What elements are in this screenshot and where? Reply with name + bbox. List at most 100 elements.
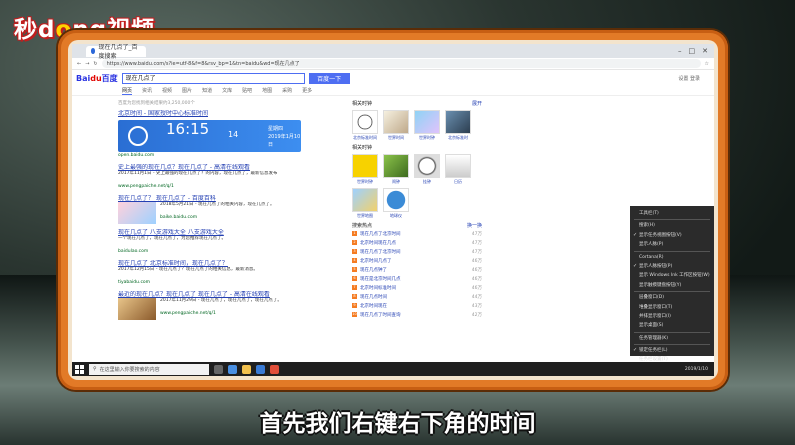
search-icon: ⚲: [93, 366, 97, 372]
forward-icon[interactable]: →: [85, 61, 89, 67]
hot-count: 43万: [471, 303, 482, 309]
related-item[interactable]: 世界时间: [383, 110, 409, 141]
task-view-icon[interactable]: [214, 364, 223, 374]
context-menu-item[interactable]: Cortana(R): [630, 253, 714, 262]
browser-tab[interactable]: 现在几点了_百度搜索: [86, 44, 146, 60]
baidu-logo[interactable]: Baidu百度: [76, 73, 118, 84]
window-controls: – □ ✕: [678, 47, 714, 55]
watches-grid-2: 世界地图 地球仪: [352, 188, 482, 219]
watch-item[interactable]: 地球仪: [383, 188, 409, 219]
tab-images[interactable]: 图片: [182, 87, 192, 94]
close-icon[interactable]: ✕: [702, 47, 708, 55]
search-input[interactable]: 现在几点了: [121, 72, 305, 84]
context-menu-item[interactable]: 堆叠显示窗口(T): [630, 303, 714, 312]
hot-count: 47万: [471, 240, 482, 246]
result-url[interactable]: open.baidu.com: [118, 152, 348, 159]
watch-item[interactable]: 日历: [445, 154, 471, 185]
windows-start-icon[interactable]: [75, 364, 84, 374]
hot-item[interactable]: 5 现在几点钟了 46万: [352, 265, 482, 274]
context-menu-item[interactable]: 显示 Windows Ink 工作区按钮(W): [630, 271, 714, 280]
taskbar-clock[interactable]: 2019/1/10: [685, 367, 714, 372]
app-icon[interactable]: [270, 364, 279, 374]
hot-item[interactable]: 6 现在是北京时间几点 46万: [352, 274, 482, 283]
result-desc: 一个现在几点了，现在几点了，为您推荐现在几点了。: [118, 236, 226, 241]
tab-web[interactable]: 网页: [122, 87, 133, 95]
url-field[interactable]: https://www.baidu.com/s?ie=utf-8&f=8&rsv…: [101, 59, 701, 68]
context-menu-item[interactable]: 任务管理器(K): [630, 334, 714, 343]
watch-item[interactable]: 挂钟: [414, 154, 440, 185]
related-item[interactable]: 世界时钟: [414, 110, 440, 141]
tab-video[interactable]: 视频: [162, 87, 172, 94]
top-right-links[interactable]: 设置 登录: [678, 75, 714, 82]
watch-item[interactable]: 世界时钟: [352, 154, 378, 185]
tab-more[interactable]: 更多: [302, 87, 312, 94]
hot-count: 42万: [471, 312, 482, 318]
result-url[interactable]: tiyabaidu.com: [118, 279, 348, 286]
hot-title: 现在几点钟了: [360, 267, 387, 273]
result-title[interactable]: 最近的现在几点？现在几点了 现在几点了 - 高清在线观看: [118, 291, 348, 298]
related-header: 相关时钟 展开: [352, 100, 482, 107]
hot-item[interactable]: 9 北京时间现在 43万: [352, 301, 482, 310]
store-icon[interactable]: [256, 364, 265, 374]
result-url[interactable]: www.pengpaiche.net/q/1: [118, 183, 348, 190]
tab-news[interactable]: 资讯: [142, 87, 152, 94]
result-title[interactable]: 现在几点了 八支游戏大全 八支游戏大全: [118, 229, 348, 236]
result-desc: 2017年12月15日 - 现在几点了？现在几点了的相关信息，最新消息。: [118, 267, 258, 272]
context-menu-item[interactable]: 显示任务视图按钮(V): [630, 231, 714, 240]
refresh-icon[interactable]: ↻: [93, 61, 97, 67]
context-menu-item[interactable]: 并排显示窗口(I): [630, 312, 714, 321]
hot-title: 北京时间几点了: [360, 258, 392, 264]
folder-icon[interactable]: [242, 364, 251, 374]
hot-item[interactable]: 10 现在几点了时间查询 42万: [352, 310, 482, 319]
hot-item[interactable]: 1 现在几点了北京时间 47万: [352, 229, 482, 238]
context-menu-item[interactable]: 工具栏(T): [630, 209, 714, 218]
context-menu-item[interactable]: 显示触摸键盘按钮(Y): [630, 281, 714, 290]
hot-item[interactable]: 4 北京时间几点了 46万: [352, 256, 482, 265]
watch-item[interactable]: 世界地图: [352, 188, 378, 219]
related-more-link[interactable]: 展开: [472, 100, 482, 107]
tab-tieba[interactable]: 贴吧: [242, 87, 252, 94]
result-title[interactable]: 现在几点了？ 现在几点了 - 百度百科: [118, 195, 348, 202]
context-menu-item[interactable]: 显示桌面(S): [630, 321, 714, 330]
time-widget: 16:15 14 星期四 2019年1月10日: [118, 120, 301, 152]
hot-refresh-link[interactable]: 换一换: [467, 222, 482, 229]
context-menu-item[interactable]: 层叠窗口(D): [630, 293, 714, 302]
result-thumbnail[interactable]: [118, 202, 156, 224]
hot-item[interactable]: 3 现在几点了北京时间 47万: [352, 247, 482, 256]
menu-separator: [634, 331, 710, 333]
clock-seconds: 14: [228, 130, 239, 139]
context-menu-item[interactable]: 搜索(H): [630, 221, 714, 230]
tab-map[interactable]: 地图: [262, 87, 272, 94]
maximize-icon[interactable]: □: [689, 47, 696, 55]
hot-rank: 8: [352, 294, 357, 299]
watch-item[interactable]: 闹钟: [383, 154, 409, 185]
context-menu-item[interactable]: 锁定任务栏(L): [630, 346, 714, 355]
hot-item[interactable]: 2 北京时间现在几点 47万: [352, 238, 482, 247]
related-item[interactable]: 北京标准时间: [352, 110, 378, 141]
tab-zhidao[interactable]: 知道: [202, 87, 212, 94]
taskbar-search[interactable]: ⚲ 在这里输入你要搜索的内容: [89, 363, 209, 375]
edge-icon[interactable]: [228, 364, 237, 374]
hot-item[interactable]: 8 现在几点时间 44万: [352, 292, 482, 301]
back-icon[interactable]: ←: [77, 61, 81, 67]
related-item[interactable]: 北京标准时: [445, 110, 471, 141]
minimize-icon[interactable]: –: [678, 47, 682, 55]
search-button[interactable]: 百度一下: [308, 72, 350, 84]
result-title[interactable]: 北京时间 - 国家授时中心标准时间: [118, 110, 348, 117]
result-title[interactable]: 现在几点了 北京标准时间，现在几点了？: [118, 260, 348, 267]
tab-shop[interactable]: 采购: [282, 87, 292, 94]
context-menu-item[interactable]: 显示人脉按钮(P): [630, 262, 714, 271]
desktop-screen: 现在几点了_百度搜索 – □ ✕ ← → ↻ https://www.baidu.com…: [72, 44, 714, 376]
taskbar-context-menu: 工具栏(T)搜索(H)显示任务视图按钮(V)显示人脉(P)Cortana(R)显…: [630, 206, 714, 362]
result-thumbnail[interactable]: [118, 298, 156, 320]
baidu-favicon-icon: [91, 48, 96, 54]
result-url[interactable]: baidulao.com: [118, 248, 348, 255]
search-result: 现在几点了？ 现在几点了 - 百度百科 2018年5月21日 - 现在几点了的相…: [118, 195, 348, 224]
result-title[interactable]: 史上最强的现在几点？现在几点了 - 高清在线观看: [118, 164, 348, 171]
hot-rank: 1: [352, 231, 357, 236]
frame-inner: 现在几点了_百度搜索 – □ ✕ ← → ↻ https://www.baidu.com…: [68, 40, 718, 380]
tab-wenku[interactable]: 文库: [222, 87, 232, 94]
hot-item[interactable]: 7 北京时间标准时间 46万: [352, 283, 482, 292]
context-menu-item[interactable]: 显示人脉(P): [630, 240, 714, 249]
star-icon[interactable]: ☆: [705, 61, 709, 67]
